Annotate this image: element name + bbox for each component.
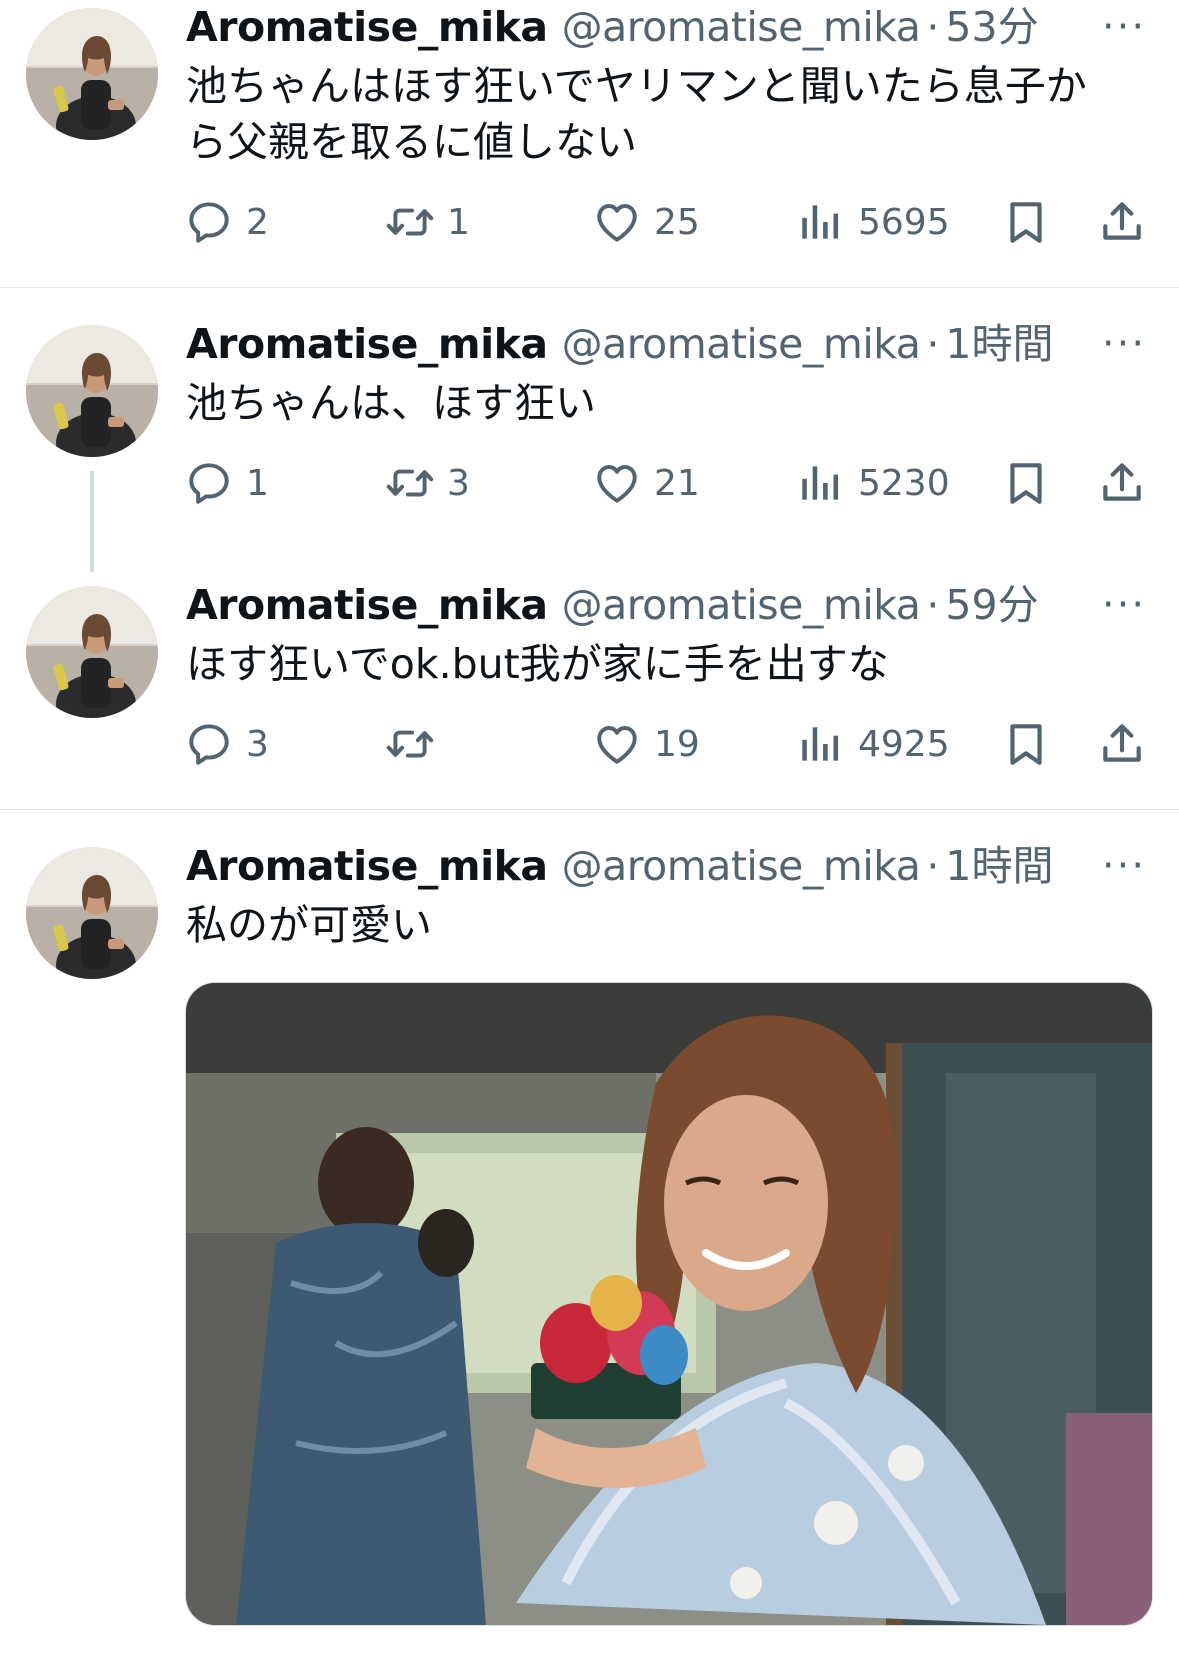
- share-button[interactable]: [1097, 453, 1147, 513]
- thread-line: [90, 471, 94, 572]
- views-button[interactable]: 4925: [796, 714, 950, 774]
- reply-button[interactable]: 3: [184, 714, 269, 774]
- user-handle[interactable]: @aromatise_mika: [562, 842, 921, 890]
- tweet-photo[interactable]: [185, 982, 1153, 1626]
- retweet-button[interactable]: 1: [385, 192, 470, 252]
- retweet-count: 3: [447, 462, 470, 504]
- tweet-text: 池ちゃんはほす狂いでヤリマンと聞いたら息子から父親を取るに値しない: [186, 62, 1087, 166]
- avatar[interactable]: [26, 325, 158, 457]
- like-count: 25: [654, 201, 700, 243]
- like-button[interactable]: 21: [592, 453, 700, 513]
- user-handle[interactable]: @aromatise_mika: [562, 581, 921, 629]
- reply-count: 3: [246, 723, 269, 765]
- bookmark-button[interactable]: [1001, 453, 1051, 513]
- views-button[interactable]: 5695: [796, 192, 950, 252]
- tweet-actions: 1 3 21 5230: [0, 453, 1179, 513]
- separator: ·: [926, 3, 940, 51]
- reply-count: 1: [246, 462, 269, 504]
- like-icon: [592, 719, 642, 769]
- divider: [0, 287, 1179, 288]
- tweet-header: Aromatise_mika @aromatise_mika · 1時間: [186, 839, 1054, 893]
- like-icon: [592, 458, 642, 508]
- avatar[interactable]: [26, 8, 158, 140]
- separator: ·: [926, 842, 940, 890]
- timestamp[interactable]: 59分: [945, 581, 1038, 629]
- views-icon: [796, 197, 846, 247]
- share-icon: [1097, 458, 1147, 508]
- reply-icon: [184, 197, 234, 247]
- reply-count: 2: [246, 201, 269, 243]
- views-count: 5230: [858, 462, 950, 504]
- separator: ·: [926, 320, 940, 368]
- like-button[interactable]: 19: [592, 714, 700, 774]
- tweet-header: Aromatise_mika @aromatise_mika · 59分: [186, 578, 1039, 632]
- like-button[interactable]: 25: [592, 192, 700, 252]
- user-handle[interactable]: @aromatise_mika: [562, 320, 921, 368]
- retweet-count: 1: [447, 201, 470, 243]
- bookmark-icon: [1001, 719, 1051, 769]
- display-name[interactable]: Aromatise_mika: [186, 842, 548, 890]
- tweet-text: 池ちゃんは、ほす狂い: [186, 379, 596, 427]
- reply-button[interactable]: 1: [184, 453, 269, 513]
- bookmark-button[interactable]: [1001, 192, 1051, 252]
- avatar[interactable]: [26, 586, 158, 718]
- retweet-button[interactable]: [385, 714, 435, 774]
- tweet-header: Aromatise_mika @aromatise_mika · 53分: [186, 0, 1039, 54]
- user-handle[interactable]: @aromatise_mika: [562, 3, 921, 51]
- tweet-actions: 2 1 25 5695: [0, 192, 1179, 252]
- tweet-actions: 3 19 4925: [0, 714, 1179, 774]
- views-button[interactable]: 5230: [796, 453, 950, 513]
- tweet-text: ほす狂いでok.but我が家に手を出すな: [186, 640, 889, 688]
- divider: [0, 809, 1179, 810]
- timestamp[interactable]: 1時間: [945, 320, 1053, 368]
- share-button[interactable]: [1097, 192, 1147, 252]
- display-name[interactable]: Aromatise_mika: [186, 3, 548, 51]
- separator: ·: [926, 581, 940, 629]
- views-icon: [796, 458, 846, 508]
- reply-icon: [184, 458, 234, 508]
- more-icon[interactable]: ···: [1098, 324, 1150, 364]
- avatar[interactable]: [26, 847, 158, 979]
- share-icon: [1097, 719, 1147, 769]
- more-icon[interactable]: ···: [1098, 7, 1150, 47]
- bookmark-button[interactable]: [1001, 714, 1051, 774]
- views-count: 4925: [858, 723, 950, 765]
- tweet-header: Aromatise_mika @aromatise_mika · 1時間: [186, 317, 1054, 371]
- reply-icon: [184, 719, 234, 769]
- retweet-icon: [385, 719, 435, 769]
- display-name[interactable]: Aromatise_mika: [186, 581, 548, 629]
- timestamp[interactable]: 53分: [945, 3, 1038, 51]
- share-button[interactable]: [1097, 714, 1147, 774]
- bookmark-icon: [1001, 197, 1051, 247]
- retweet-icon: [385, 458, 435, 508]
- retweet-button[interactable]: 3: [385, 453, 470, 513]
- tweet-text: 私のが可愛い: [186, 901, 432, 949]
- like-count: 21: [654, 462, 700, 504]
- reply-button[interactable]: 2: [184, 192, 269, 252]
- like-icon: [592, 197, 642, 247]
- share-icon: [1097, 197, 1147, 247]
- more-icon[interactable]: ···: [1098, 846, 1150, 886]
- views-icon: [796, 719, 846, 769]
- like-count: 19: [654, 723, 700, 765]
- display-name[interactable]: Aromatise_mika: [186, 320, 548, 368]
- retweet-icon: [385, 197, 435, 247]
- timestamp[interactable]: 1時間: [945, 842, 1053, 890]
- views-count: 5695: [858, 201, 950, 243]
- more-icon[interactable]: ···: [1098, 585, 1150, 625]
- bookmark-icon: [1001, 458, 1051, 508]
